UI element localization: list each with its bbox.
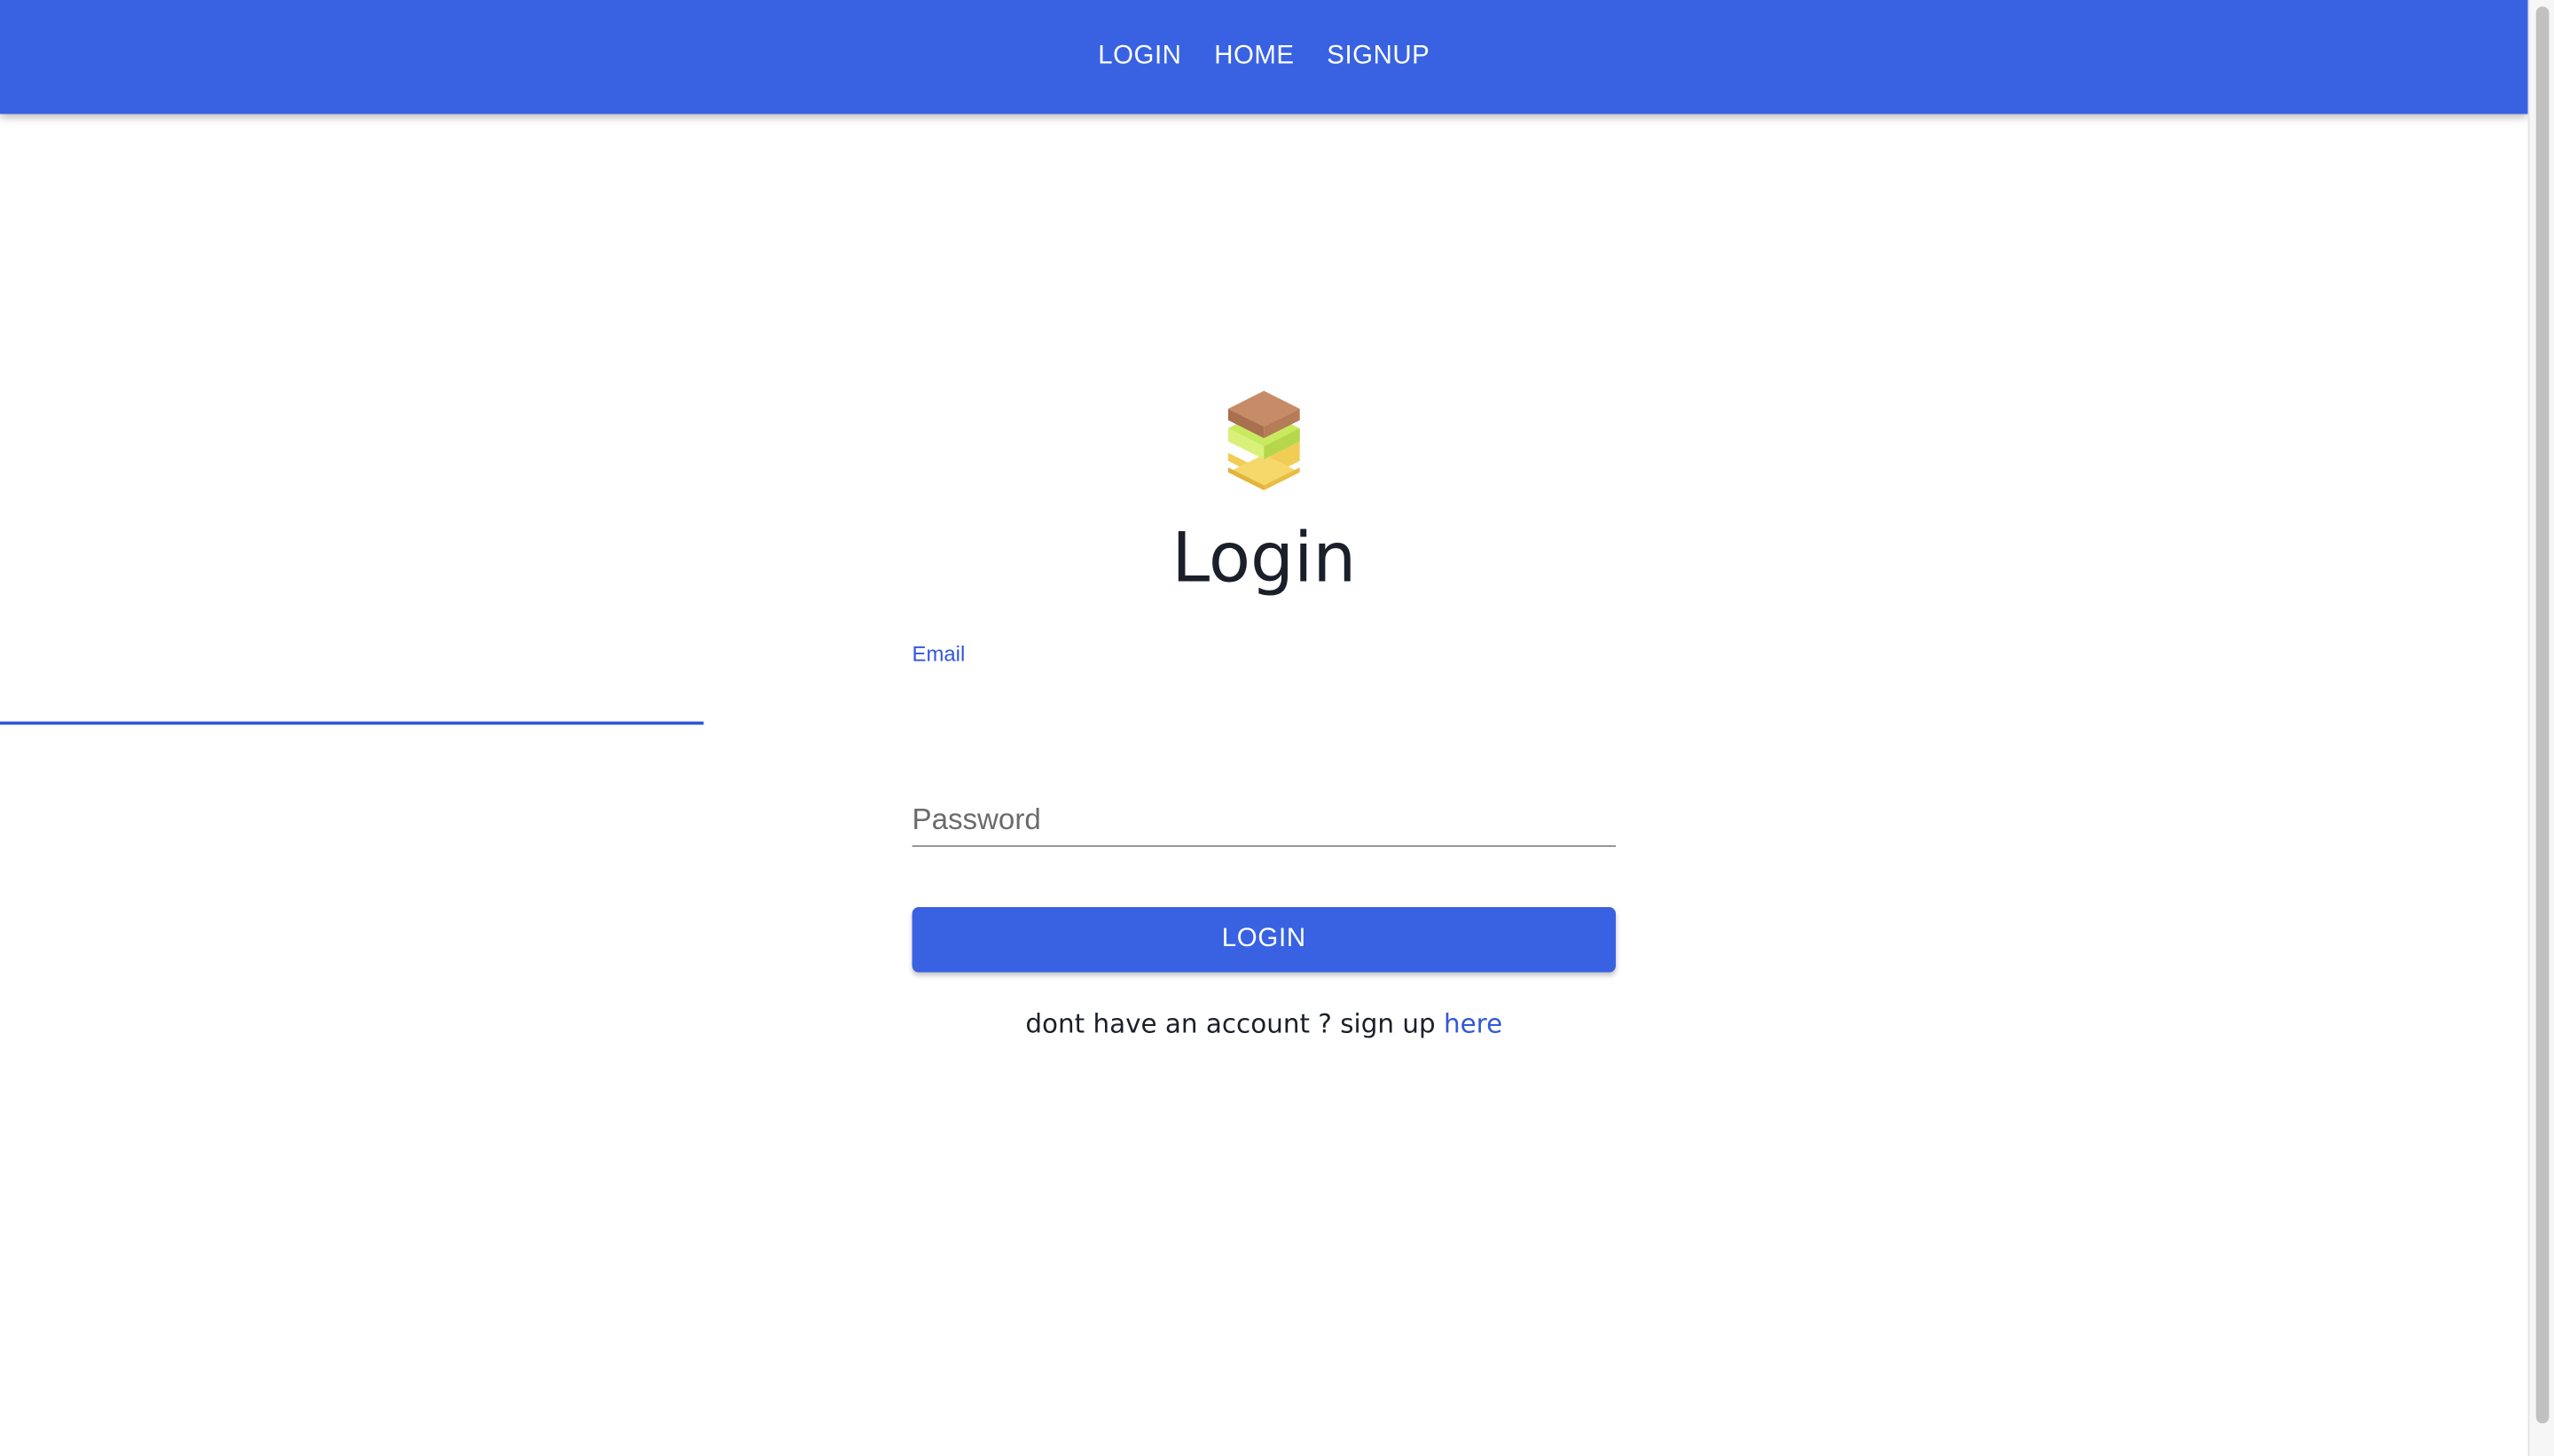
email-label: Email: [912, 641, 966, 667]
password-input[interactable]: [912, 797, 1617, 841]
scrollbar-thumb[interactable]: [2535, 6, 2550, 1424]
signup-here-link[interactable]: here: [1444, 1008, 1502, 1039]
password-underline: [912, 845, 1617, 848]
email-field-group: Email: [912, 638, 1617, 730]
signup-prompt-text: dont have an account ? sign up: [1025, 1007, 1436, 1039]
email-input[interactable]: [912, 674, 1617, 710]
nav-login-link[interactable]: LOGIN: [1082, 33, 1198, 82]
page: LOGIN HOME SIGNUP Login Email LOGIN dont…: [0, 0, 2554, 1456]
password-field-group: [912, 788, 1617, 853]
logo-icon: [1227, 390, 1300, 490]
email-underline: [0, 721, 704, 725]
login-button[interactable]: LOGIN: [912, 907, 1617, 973]
nav-home-link[interactable]: HOME: [1198, 33, 1311, 82]
nav-signup-link[interactable]: SIGNUP: [1311, 33, 1446, 82]
top-nav-bar: LOGIN HOME SIGNUP: [0, 0, 2528, 114]
page-title: Login: [1171, 518, 1357, 599]
signup-prompt: dont have an account ? sign up here: [913, 1008, 1616, 1039]
vertical-scrollbar[interactable]: [2527, 0, 2554, 1456]
